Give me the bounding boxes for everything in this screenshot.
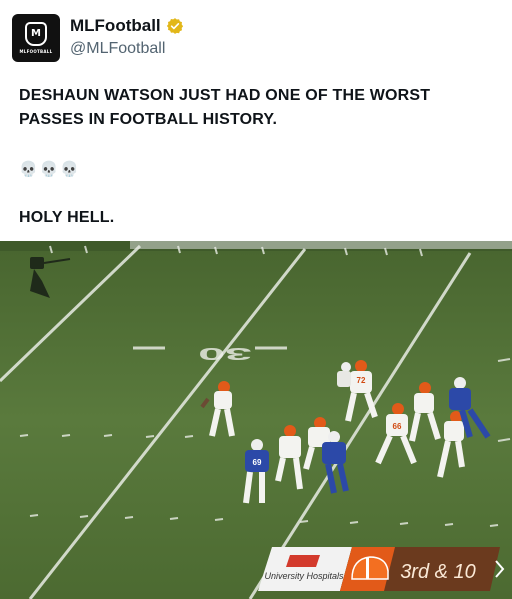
jersey-number: 72 bbox=[357, 376, 366, 385]
jersey-number: 69 bbox=[253, 458, 262, 467]
shield-logo-icon: M bbox=[25, 22, 47, 46]
sideline bbox=[130, 241, 512, 249]
video-media[interactable]: 30 72 66 69 University Hospitals 3rd & 1… bbox=[0, 241, 512, 599]
post-text-reaction: HOLY HELL. bbox=[19, 209, 115, 226]
sponsor-panel bbox=[258, 547, 352, 591]
down-distance-text: 3rd & 10 bbox=[400, 561, 476, 583]
jersey-number: 66 bbox=[393, 422, 402, 431]
sponsor-text: University Hospitals bbox=[264, 571, 344, 581]
author-display-name[interactable]: MLFootball bbox=[70, 16, 161, 36]
sponsor-logo-icon bbox=[286, 555, 320, 567]
avatar[interactable]: M MLFOOTBALL bbox=[12, 14, 60, 62]
post-text-headline: DESHAUN WATSON JUST HAD ONE OF THE WORST… bbox=[19, 87, 431, 128]
football-field-frame: 30 72 66 69 University Hospitals 3rd & 1… bbox=[0, 241, 512, 599]
yard-number-text: 30 bbox=[198, 344, 252, 364]
yard-number: 30 bbox=[198, 344, 252, 364]
author-names: MLFootball @MLFootball bbox=[70, 15, 184, 58]
skull-emojis: 💀💀💀 bbox=[19, 161, 82, 178]
score-bug: University Hospitals 3rd & 10 bbox=[258, 547, 505, 591]
post-header: M MLFOOTBALL MLFootball @MLFootball bbox=[12, 14, 500, 66]
verified-badge-icon bbox=[166, 18, 183, 34]
avatar-label: MLFOOTBALL bbox=[19, 49, 53, 54]
author-handle[interactable]: @MLFootball bbox=[70, 40, 184, 58]
author-display-name-row[interactable]: MLFootball bbox=[70, 15, 184, 37]
